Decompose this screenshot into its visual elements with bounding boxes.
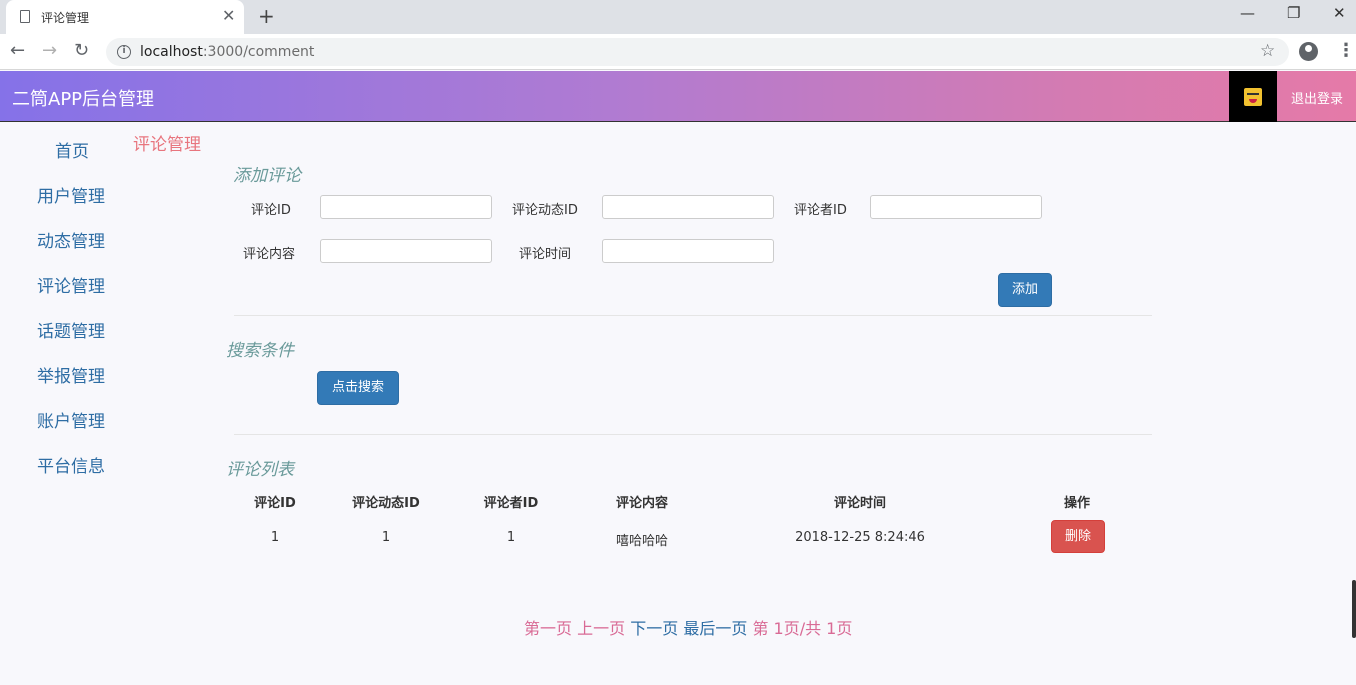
- sidebar-item-platform-info[interactable]: 平台信息: [37, 452, 105, 477]
- breadcrumb: 评论管理: [133, 135, 201, 155]
- sidebar-item-accounts[interactable]: 账户管理: [37, 407, 105, 432]
- minimize-icon[interactable]: —: [1240, 4, 1255, 22]
- profile-icon[interactable]: [1299, 42, 1318, 61]
- cell-time: 2018-12-25 8:24:46: [795, 530, 925, 545]
- bookmark-star-icon[interactable]: ☆: [1260, 41, 1275, 61]
- cell-comment-id: 1: [270, 530, 280, 545]
- url-text: localhost:3000/comment: [140, 44, 315, 60]
- commenter-id-input[interactable]: [870, 195, 1042, 219]
- app-title: 二筒APP后台管理: [12, 89, 155, 110]
- document-icon: [20, 10, 30, 23]
- sidebar-item-topics[interactable]: 话题管理: [37, 317, 105, 342]
- window-close-icon[interactable]: ✕: [1333, 4, 1346, 22]
- content-label: 评论内容: [243, 247, 296, 262]
- next-page-link[interactable]: 下一页: [630, 619, 678, 638]
- back-icon[interactable]: ←: [10, 40, 25, 61]
- browser-tabstrip: 评论管理 ✕ + — ❐ ✕: [0, 0, 1356, 34]
- forward-icon[interactable]: →: [42, 40, 57, 61]
- restore-icon[interactable]: ❐: [1287, 4, 1300, 22]
- kebab-menu-icon[interactable]: ⋮: [1337, 40, 1355, 61]
- prev-page-link[interactable]: 上一页: [577, 619, 625, 638]
- close-icon[interactable]: ✕: [222, 6, 235, 25]
- column-header-content: 评论内容: [615, 496, 668, 511]
- scrollbar-thumb[interactable]: [1352, 580, 1356, 638]
- column-header-comment-id: 评论ID: [254, 496, 296, 511]
- divider: [234, 434, 1152, 435]
- cell-content: 嘻哈哈哈: [615, 534, 668, 549]
- page-status: 第 1页/共 1页: [752, 619, 853, 638]
- app-header: 二筒APP后台管理 退出登录: [0, 71, 1356, 122]
- post-id-input[interactable]: [602, 195, 774, 219]
- add-button[interactable]: 添加: [998, 273, 1052, 307]
- time-label: 评论时间: [519, 247, 572, 262]
- search-button[interactable]: 点击搜索: [317, 371, 399, 405]
- last-page-link[interactable]: 最后一页: [683, 619, 747, 638]
- cell-commenter-id: 1: [506, 530, 516, 545]
- sidebar-item-posts[interactable]: 动态管理: [37, 227, 105, 252]
- info-icon[interactable]: i: [117, 45, 131, 59]
- content-input[interactable]: [320, 239, 492, 263]
- column-header-time: 评论时间: [833, 496, 886, 511]
- avatar-container[interactable]: [1229, 71, 1277, 122]
- cell-post-id: 1: [381, 530, 391, 545]
- column-header-commenter-id: 评论者ID: [483, 496, 539, 511]
- first-page-link[interactable]: 第一页: [524, 619, 572, 638]
- delete-button[interactable]: 删除: [1051, 520, 1105, 553]
- address-bar[interactable]: i localhost:3000/comment ☆: [106, 38, 1289, 66]
- comment-id-input[interactable]: [320, 195, 492, 219]
- avatar: [1244, 88, 1262, 106]
- column-header-post-id: 评论动态ID: [352, 496, 420, 511]
- sidebar-item-home[interactable]: 首页: [55, 137, 89, 162]
- sidebar-item-users[interactable]: 用户管理: [37, 182, 105, 207]
- reload-icon[interactable]: ↻: [74, 40, 89, 61]
- commenter-id-label: 评论者ID: [794, 203, 847, 218]
- add-comment-title: 添加评论: [233, 166, 301, 186]
- search-title: 搜索条件: [226, 341, 294, 361]
- divider: [234, 315, 1152, 316]
- browser-tab[interactable]: 评论管理 ✕: [6, 0, 244, 34]
- sidebar-item-comments[interactable]: 评论管理: [37, 272, 105, 297]
- time-input[interactable]: [602, 239, 774, 263]
- new-tab-icon[interactable]: +: [258, 4, 275, 28]
- comment-id-label: 评论ID: [251, 203, 291, 218]
- pagination: 第一页 上一页 下一页 最后一页 第 1页/共 1页: [524, 615, 852, 639]
- logout-link[interactable]: 退出登录: [1291, 88, 1343, 107]
- comment-list-title: 评论列表: [226, 460, 294, 480]
- sidebar-item-reports[interactable]: 举报管理: [37, 362, 105, 387]
- tab-title: 评论管理: [41, 11, 90, 25]
- browser-toolbar: ← → ↻ i localhost:3000/comment ☆: [0, 34, 1356, 70]
- column-header-action: 操作: [1063, 496, 1090, 511]
- post-id-label: 评论动态ID: [512, 203, 578, 218]
